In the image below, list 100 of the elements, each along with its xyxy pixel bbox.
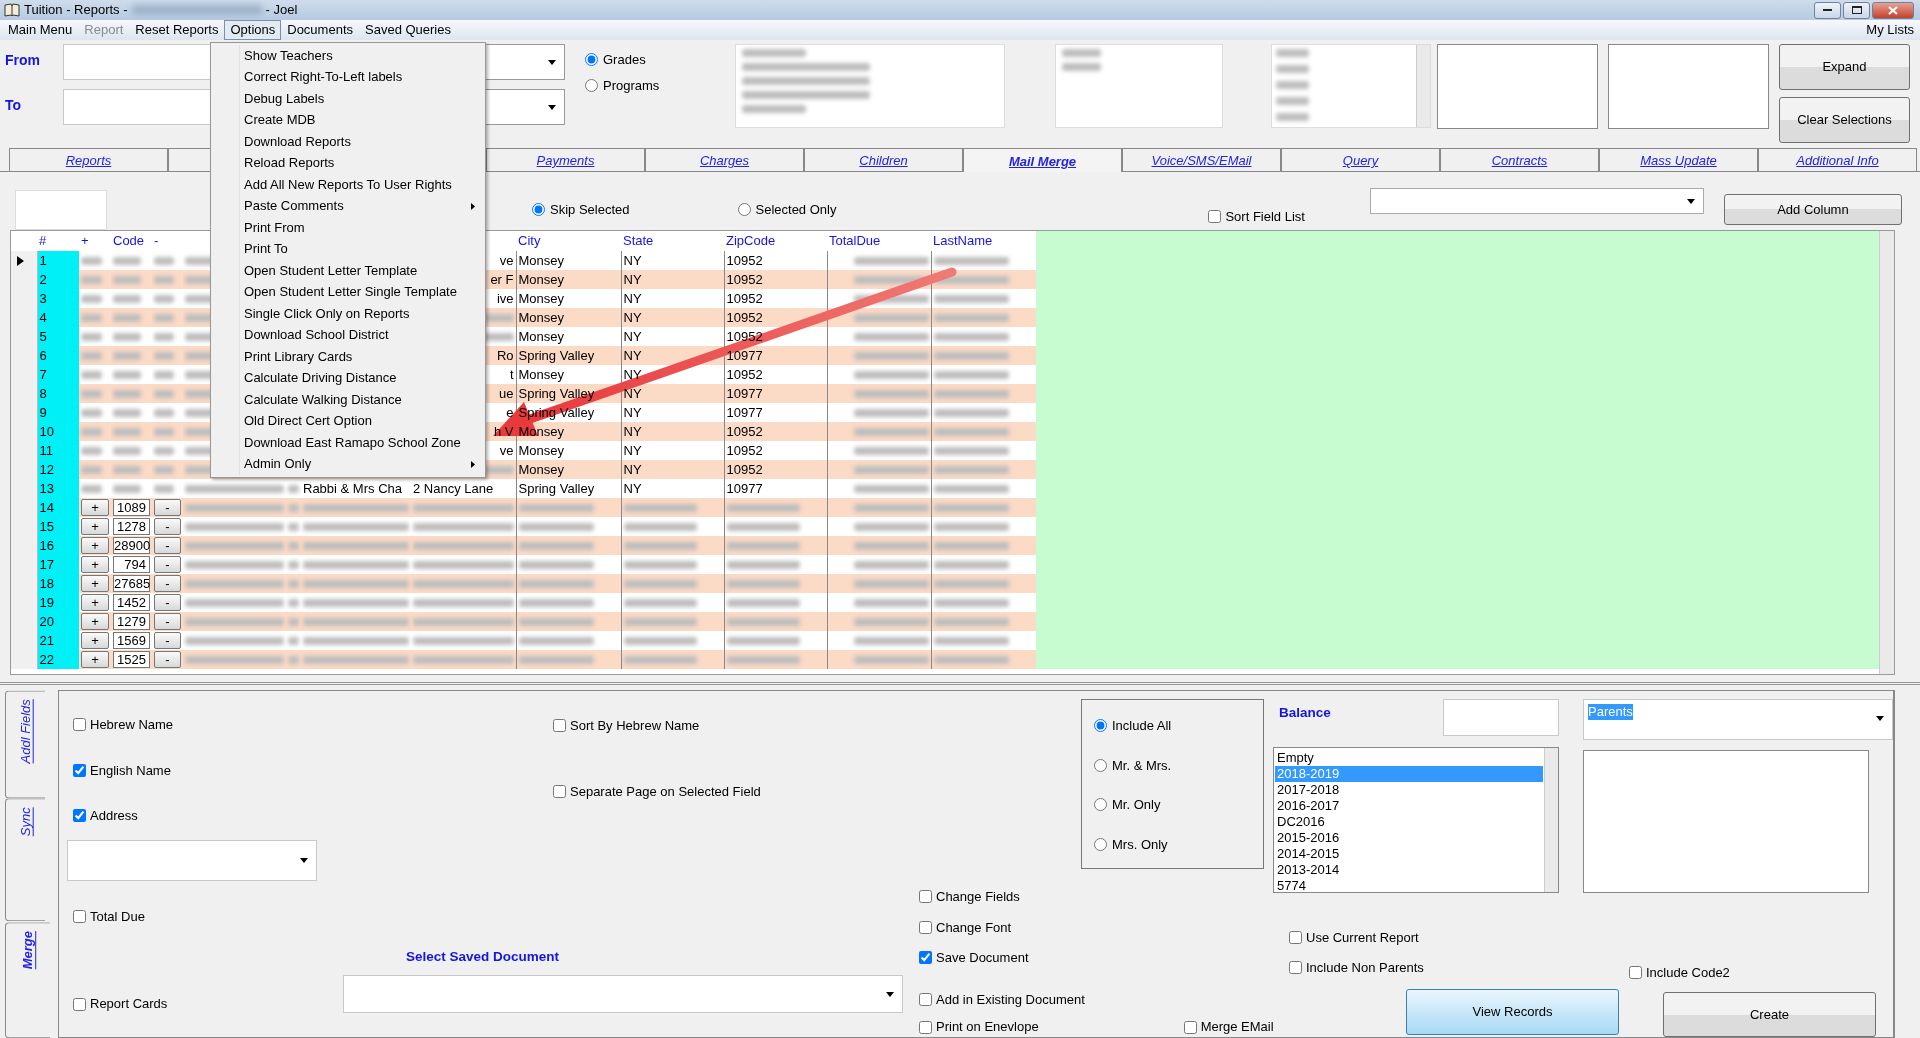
row-number: 13	[37, 479, 79, 498]
table-cell: 10952	[726, 290, 763, 306]
table-cell: Monsey	[518, 328, 565, 344]
row-number: 17	[37, 555, 79, 574]
radio-label: Programs	[603, 77, 660, 94]
row-number: 9	[37, 403, 79, 422]
table-cell: Monsey	[518, 271, 565, 287]
row-number: 7	[37, 365, 79, 384]
checkbox-label: Add in Existing Document	[936, 991, 1085, 1008]
code-cell: 27685	[113, 575, 150, 592]
table-cell: 10952	[726, 328, 763, 344]
table-cell: Ro	[496, 347, 514, 363]
table-cell: 10952	[726, 423, 763, 439]
table-cell: 10952	[726, 366, 763, 382]
checkbox-label: Print on Enevlope	[936, 1019, 1039, 1035]
window-title: Tuition - Reports -	[24, 2, 128, 18]
table-cell: 10952	[726, 271, 763, 287]
radio-label: Selected Only	[755, 202, 837, 218]
table-cell: Spring Valley	[518, 385, 595, 401]
row-number: 6	[37, 346, 79, 365]
code-cell: 1569	[113, 632, 150, 649]
checkbox-label: Save Document	[936, 950, 1029, 966]
table-cell: 10977	[726, 480, 763, 496]
table-cell: 10952	[726, 309, 763, 325]
table-cell: Monsey	[518, 366, 565, 382]
table-cell: NY	[623, 252, 642, 268]
table-cell: NY	[623, 480, 642, 496]
table-cell: t	[509, 366, 514, 382]
table-cell: NY	[623, 404, 642, 420]
table-cell: er F	[490, 271, 514, 287]
checkbox-label: Change Fields	[936, 889, 1020, 905]
table-cell: 10977	[726, 404, 763, 420]
row-number: 8	[37, 384, 79, 403]
row-number: 3	[37, 289, 79, 308]
table-cell: NY	[623, 461, 642, 477]
table-cell: Monsey	[518, 461, 565, 477]
checkbox-label: English Name	[90, 762, 171, 779]
field-label: To	[5, 96, 23, 114]
table-cell: NY	[623, 366, 642, 382]
section-label: Balance	[1279, 705, 1332, 722]
table-cell: 10977	[726, 347, 763, 363]
table-cell: Spring Valley	[518, 347, 595, 363]
code-cell: 1452	[113, 594, 150, 611]
checkbox-label: Include Non Parents	[1306, 959, 1424, 976]
row-number: 11	[37, 441, 79, 460]
row-number: 14	[37, 498, 79, 517]
code-cell: 1089	[113, 499, 150, 516]
row-number: 21	[37, 631, 79, 650]
row-number: 4	[37, 308, 79, 327]
table-cell: NY	[623, 309, 642, 325]
radio-label: Mr. & Mrs.	[1112, 757, 1172, 774]
table-cell: e	[506, 404, 514, 420]
row-number: 20	[37, 612, 79, 631]
checkbox-label: Report Cards	[90, 996, 168, 1012]
table-cell: ue	[499, 385, 514, 401]
checkbox-label: Total Due	[90, 908, 145, 925]
table-cell: NY	[623, 290, 642, 306]
row-number: 2	[37, 270, 79, 289]
row-number: 16	[37, 536, 79, 555]
row-number: 10	[37, 422, 79, 441]
checkbox-label: Sort By Hebrew Name	[570, 718, 700, 734]
table-cell: NY	[623, 423, 642, 439]
table-cell: NY	[623, 271, 642, 287]
checkbox-label: Merge EMail	[1200, 1019, 1274, 1035]
table-cell: Rabbi & Mrs Cha	[303, 480, 402, 496]
field-label: From	[5, 51, 41, 69]
table-cell: Spring Valley	[518, 404, 595, 420]
row-number: 12	[37, 460, 79, 479]
table-cell: Monsey	[518, 442, 565, 458]
table-cell: 2 Nancy Lane	[413, 480, 494, 496]
table-cell: ve	[499, 442, 514, 458]
row-number: 18	[37, 574, 79, 593]
table-cell: NY	[623, 347, 642, 363]
table-cell: 10952	[726, 461, 763, 477]
table-cell: Spring Valley	[518, 480, 595, 496]
radio-label: Include All	[1112, 718, 1172, 734]
checkbox-label: Separate Page on Selected Field	[570, 783, 761, 800]
radio-label: Mr. Only	[1112, 797, 1161, 813]
radio-label: Skip Selected	[550, 202, 630, 218]
checkbox-label: Use Current Report	[1306, 930, 1419, 946]
table-cell: ive	[496, 290, 514, 306]
table-cell: 10952	[726, 252, 763, 268]
code-cell: 1278	[113, 518, 150, 535]
code-cell: 1279	[113, 613, 150, 630]
table-cell: Monsey	[518, 290, 565, 306]
code-cell: 1525	[113, 651, 150, 668]
row-number: 15	[37, 517, 79, 536]
table-cell: NY	[623, 328, 642, 344]
radio-label: Mrs. Only	[1112, 836, 1168, 853]
row-number: 1	[37, 251, 79, 270]
row-number: 5	[37, 327, 79, 346]
window-title: - Joel	[265, 2, 298, 18]
checkbox-label: Include Code2	[1646, 964, 1730, 981]
table-cell: 10952	[726, 442, 763, 458]
row-number: 19	[37, 593, 79, 612]
code-cell: 28900	[113, 537, 150, 554]
checkbox-label: Hebrew Name	[90, 717, 174, 733]
table-cell: Monsey	[518, 309, 565, 325]
checkbox-label: Change Font	[936, 919, 1012, 936]
checkbox-label: Sort Field List	[1225, 209, 1305, 225]
